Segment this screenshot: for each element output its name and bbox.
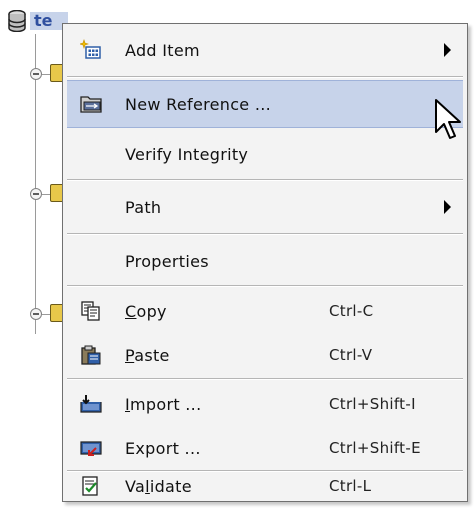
menu-item-label: Validate: [125, 477, 192, 496]
mouse-pointer-icon: [434, 98, 464, 146]
menu-item-export[interactable]: Export ... Ctrl+Shift-E: [67, 426, 463, 470]
shortcut-label: Ctrl-L: [329, 477, 372, 495]
menu-item-validate[interactable]: Validate Ctrl-L: [67, 472, 463, 500]
submenu-arrow-icon: [444, 43, 451, 57]
menu-item-label: Paste: [125, 346, 170, 365]
label-rest: aste: [134, 345, 170, 365]
label-pre: Va: [125, 476, 146, 496]
menu-item-path[interactable]: Path: [67, 183, 463, 231]
tree-branch: [42, 194, 50, 195]
menu-item-label: New Reference ...: [125, 94, 271, 114]
database-icon: [8, 9, 26, 33]
paste-icon: [80, 344, 102, 366]
menu-item-label: Export ...: [125, 438, 201, 458]
label-rest: mport ...: [130, 394, 202, 414]
copy-icon: [80, 300, 102, 322]
tree-expander[interactable]: [30, 188, 42, 200]
mnemonic-letter: P: [125, 345, 135, 365]
new-reference-icon: [80, 93, 102, 115]
menu-separator: [67, 378, 463, 380]
menu-item-import[interactable]: Import ... Ctrl+Shift-I: [67, 382, 463, 426]
menu-separator: [67, 179, 463, 181]
import-icon: [80, 393, 102, 415]
menu-separator: [67, 233, 463, 235]
tree-expander[interactable]: [30, 68, 42, 80]
label-rest: idate: [149, 476, 192, 496]
tree-branch: [42, 314, 50, 315]
menu-item-verify-integrity[interactable]: Verify Integrity: [67, 130, 463, 178]
menu-separator: [67, 285, 463, 287]
tree-branch: [42, 74, 50, 75]
shortcut-label: Ctrl+Shift-I: [329, 395, 416, 413]
mnemonic-letter: C: [125, 301, 137, 321]
menu-item-paste[interactable]: Paste Ctrl-V: [67, 333, 463, 377]
validate-icon: [80, 475, 102, 497]
menu-item-label: Path: [125, 197, 162, 217]
menu-item-copy[interactable]: Copy Ctrl-C: [67, 289, 463, 333]
shortcut-label: Ctrl-V: [329, 346, 373, 364]
menu-separator: [67, 76, 463, 78]
menu-item-label: Add Item: [125, 40, 200, 60]
label-rest: opy: [136, 301, 167, 321]
add-item-icon: [80, 39, 102, 61]
tree-expander[interactable]: [30, 308, 42, 320]
export-icon: [80, 437, 102, 459]
menu-item-label: Import ...: [125, 395, 201, 414]
menu-item-label: Copy: [125, 302, 167, 321]
context-menu: Add Item New Reference ... Verify Integr…: [62, 23, 468, 502]
menu-item-label: Verify Integrity: [125, 144, 249, 164]
shortcut-label: Ctrl-C: [329, 302, 374, 320]
menu-item-properties[interactable]: Properties: [67, 237, 463, 285]
menu-item-add-item[interactable]: Add Item: [67, 26, 463, 74]
menu-item-label: Properties: [125, 251, 209, 271]
submenu-arrow-icon: [444, 200, 451, 214]
shortcut-label: Ctrl+Shift-E: [329, 439, 421, 457]
menu-item-new-reference[interactable]: New Reference ...: [67, 80, 463, 128]
